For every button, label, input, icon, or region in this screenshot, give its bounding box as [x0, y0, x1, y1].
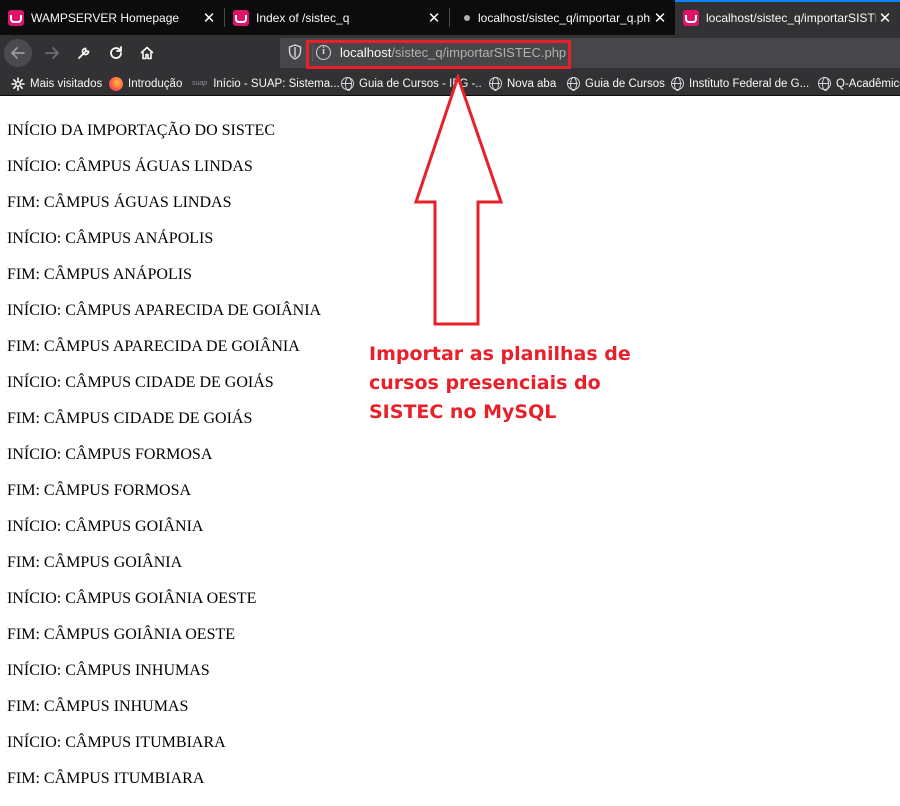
arrow-up-annotation-icon — [413, 74, 504, 326]
annotation-text: Importar as planilhas de cursos presenci… — [369, 340, 669, 427]
tab-title: localhost/sistec_q/importar_q.php — [478, 10, 651, 25]
bookmark-introducao[interactable]: Introdução — [109, 75, 182, 92]
tab-wampserver-homepage[interactable]: WAMPSERVER Homepage ✕ — [0, 0, 224, 35]
tab-importar-q[interactable]: localhost/sistec_q/importar_q.php ✕ — [450, 0, 675, 35]
tab-title: Index of /sistec_q — [256, 10, 350, 25]
close-icon[interactable]: ✕ — [876, 9, 894, 27]
globe-icon — [818, 77, 831, 91]
output-line: FIM: CÂMPUS GOIÂNIA — [7, 554, 183, 571]
output-line: FIM: CÂMPUS ANÁPOLIS — [7, 266, 192, 283]
wampserver-icon — [233, 9, 249, 26]
output-line: INÍCIO DA IMPORTAÇÃO DO SISTEC — [7, 122, 275, 139]
bookmark-label: Nova aba — [507, 77, 557, 90]
home-icon — [140, 46, 154, 60]
close-icon[interactable]: ✕ — [651, 9, 669, 27]
bookmark-instituto-federal[interactable]: Instituto Federal de G... — [670, 75, 809, 92]
annotation-line: Importar as planilhas de — [369, 343, 631, 365]
tab-title: localhost/sistec_q/importarSISTEC.php — [706, 10, 876, 25]
home-button[interactable] — [133, 39, 161, 67]
firefox-icon — [109, 76, 123, 91]
output-line: FIM: CÂMPUS GOIÂNIA OESTE — [7, 626, 236, 643]
bookmark-label: Início - SUAP: Sistema... — [213, 77, 340, 90]
bookmark-guia-cursos[interactable]: Guia de Cursos — [566, 75, 665, 92]
output-line: INÍCIO: CÂMPUS ITUMBIARA — [7, 734, 226, 751]
annotation-line: cursos presenciais do — [369, 372, 601, 394]
suap-icon: suap — [192, 80, 208, 87]
back-button[interactable] — [4, 39, 32, 67]
tab-strip: WAMPSERVER Homepage ✕ Index of /sistec_q… — [0, 0, 900, 35]
forward-button[interactable] — [38, 39, 66, 67]
output-line: FIM: CÂMPUS CIDADE DE GOIÁS — [7, 410, 253, 427]
arrow-left-icon — [11, 47, 25, 59]
bookmark-suap[interactable]: suap Início - SUAP: Sistema... — [192, 75, 340, 92]
bookmark-label: Q-Acadêmico — [836, 77, 900, 90]
output-line: FIM: CÂMPUS INHUMAS — [7, 698, 189, 715]
output-line: FIM: CÂMPUS APARECIDA DE GOIÂNIA — [7, 338, 300, 355]
wampserver-icon — [8, 9, 24, 26]
bookmark-label: Instituto Federal de G... — [689, 77, 810, 90]
annotation-line: SISTEC no MySQL — [369, 401, 557, 423]
output-line: FIM: CÂMPUS ITUMBIARA — [7, 770, 205, 787]
bookmark-label: Mais visitados — [30, 77, 103, 90]
bookmark-label: Guia de Cursos — [585, 77, 665, 90]
output-line: INÍCIO: CÂMPUS INHUMAS — [7, 662, 210, 679]
tab-index-sistec[interactable]: Index of /sistec_q ✕ — [225, 0, 449, 35]
shield-icon[interactable] — [288, 44, 302, 60]
reload-icon — [110, 46, 122, 59]
dot-icon — [464, 14, 470, 21]
output-line: INÍCIO: CÂMPUS FORMOSA — [7, 446, 213, 463]
customize-button[interactable] — [70, 39, 98, 67]
bookmark-label: Introdução — [128, 77, 183, 90]
tab-importar-sistec[interactable]: localhost/sistec_q/importarSISTEC.php ✕ — [675, 0, 900, 35]
output-line: INÍCIO: CÂMPUS ANÁPOLIS — [7, 230, 214, 247]
close-icon[interactable]: ✕ — [425, 9, 443, 27]
wrench-icon — [78, 47, 90, 59]
arrow-right-icon — [45, 47, 59, 59]
wampserver-icon — [683, 9, 699, 26]
gear-icon — [11, 76, 25, 91]
output-line: FIM: CÂMPUS FORMOSA — [7, 482, 192, 499]
output-line: INÍCIO: CÂMPUS GOIÂNIA OESTE — [7, 590, 257, 607]
output-line: INÍCIO: CÂMPUS APARECIDA DE GOIÂNIA — [7, 302, 322, 319]
url-highlight-box — [306, 40, 571, 69]
output-line: FIM: CÂMPUS ÁGUAS LINDAS — [7, 194, 232, 211]
output-line: INÍCIO: CÂMPUS ÁGUAS LINDAS — [7, 158, 253, 175]
globe-icon — [341, 77, 354, 91]
bookmark-q-academico[interactable]: Q-Acadêmico — [818, 75, 900, 92]
output-line: INÍCIO: CÂMPUS GOIÂNIA — [7, 518, 204, 535]
tab-title: WAMPSERVER Homepage — [31, 10, 180, 25]
reload-button[interactable] — [102, 39, 130, 67]
bookmark-mais-visitados[interactable]: Mais visitados — [11, 75, 102, 92]
globe-icon — [670, 77, 684, 91]
output-line: INÍCIO: CÂMPUS CIDADE DE GOIÁS — [7, 374, 274, 391]
globe-icon — [566, 77, 580, 91]
close-icon[interactable]: ✕ — [200, 9, 218, 27]
